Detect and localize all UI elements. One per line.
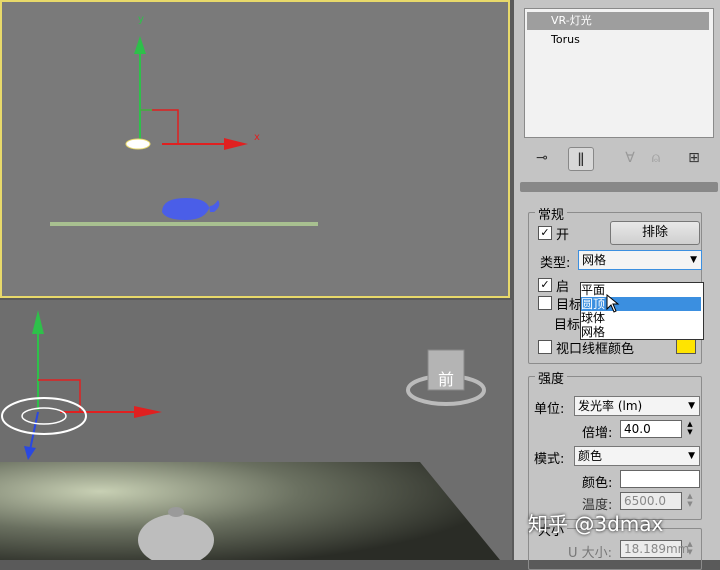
plane-object bbox=[50, 222, 318, 226]
watermark: 知乎 @3dmax bbox=[528, 512, 664, 536]
dropdown-option[interactable]: 平面 bbox=[581, 283, 701, 297]
scene-object-list[interactable]: VR-灯光 Torus bbox=[524, 8, 714, 138]
viewport-wire-label: 视口线框颜色 bbox=[556, 342, 635, 357]
viewcube-label[interactable]: 前 bbox=[438, 366, 454, 390]
vr-light-object bbox=[125, 138, 151, 150]
wire-color-swatch[interactable] bbox=[676, 338, 696, 354]
color-label: 颜色: bbox=[582, 476, 613, 491]
modifier-toolbar: ⊸ ǁ ∀ ⍝ ⊞ bbox=[520, 143, 716, 173]
mouse-cursor-icon bbox=[606, 294, 620, 313]
type-dropdown[interactable]: 网格 ▼ bbox=[578, 250, 702, 270]
intensity-title: 强度 bbox=[535, 368, 568, 387]
type-dropdown-list[interactable]: 平面 圆顶 球体 网格 bbox=[580, 282, 704, 340]
u-size-label: U 大小: bbox=[568, 546, 613, 561]
exclude-button[interactable]: 排除 bbox=[610, 221, 700, 245]
multiplier-label: 倍增: bbox=[582, 426, 613, 441]
pin-stack-icon[interactable]: ⊸ bbox=[530, 147, 554, 169]
x-axis-arrow bbox=[224, 138, 248, 150]
top-viewport-canvas bbox=[50, 36, 318, 226]
viewport-wire-checkbox[interactable] bbox=[538, 340, 552, 354]
multiplier-input[interactable]: 40.0 bbox=[620, 420, 682, 438]
target-label: 目标 bbox=[556, 298, 583, 313]
on-checkbox[interactable]: ✓ bbox=[538, 226, 552, 240]
enable-checkbox[interactable]: ✓ bbox=[538, 278, 552, 292]
chevron-down-icon: ▼ bbox=[690, 255, 697, 265]
chevron-down-icon: ▼ bbox=[688, 401, 695, 411]
mode-value: 颜色 bbox=[578, 449, 603, 463]
color-swatch[interactable] bbox=[620, 470, 700, 488]
chevron-down-icon: ▼ bbox=[688, 451, 695, 461]
torus-wireframe bbox=[1, 397, 87, 435]
dropdown-option[interactable]: 球体 bbox=[581, 311, 701, 325]
rollout-separator bbox=[520, 182, 718, 192]
type-value: 网格 bbox=[582, 253, 607, 267]
on-label: 开 bbox=[556, 228, 570, 243]
y-axis-label: y bbox=[138, 14, 144, 25]
unit-label: 单位: bbox=[534, 402, 565, 417]
u-size-spinner[interactable]: ▲ ▼ bbox=[684, 540, 696, 556]
dropdown-option[interactable]: 网格 bbox=[581, 325, 701, 339]
command-panel: VR-灯光 Torus ⊸ ǁ ∀ ⍝ ⊞ 常规 ✓ 开 排除 类型: 网格 ▼… bbox=[514, 0, 720, 570]
mode-dropdown[interactable]: 颜色 ▼ bbox=[574, 446, 700, 466]
target-distance-label: 目标 bbox=[554, 318, 581, 333]
persp-z-axis bbox=[29, 411, 39, 451]
unit-dropdown[interactable]: 发光率 (lm) ▼ bbox=[574, 396, 700, 416]
make-unique-icon[interactable]: ∀ bbox=[618, 147, 642, 169]
perspective-viewport[interactable]: 前 bbox=[0, 300, 512, 560]
enable-label: 启 bbox=[556, 280, 570, 295]
multiplier-spinner[interactable]: ▲ ▼ bbox=[684, 420, 696, 436]
perspective-viewport-canvas bbox=[0, 310, 500, 560]
temperature-spinner[interactable]: ▲ ▼ bbox=[684, 492, 696, 508]
list-item[interactable]: Torus bbox=[527, 31, 709, 49]
dropdown-option-highlighted[interactable]: 圆顶 bbox=[581, 297, 701, 311]
u-size-input[interactable]: 18.189mm bbox=[620, 540, 689, 558]
teapot-object bbox=[162, 198, 220, 220]
general-title: 常规 bbox=[535, 204, 568, 223]
remove-modifier-icon[interactable]: ⍝ bbox=[644, 147, 668, 169]
target-checkbox[interactable] bbox=[538, 296, 552, 310]
top-viewport[interactable]: x y bbox=[0, 0, 510, 298]
show-end-result-icon[interactable]: ǁ bbox=[568, 147, 594, 171]
mode-label: 模式: bbox=[534, 452, 565, 467]
type-label: 类型: bbox=[540, 256, 571, 271]
x-axis-label: x bbox=[254, 132, 260, 143]
configure-sets-icon[interactable]: ⊞ bbox=[682, 147, 706, 169]
list-item[interactable]: VR-灯光 bbox=[527, 12, 709, 30]
y-axis-arrow bbox=[134, 36, 146, 54]
floor-plane bbox=[0, 462, 500, 560]
unit-value: 发光率 (lm) bbox=[578, 399, 643, 413]
